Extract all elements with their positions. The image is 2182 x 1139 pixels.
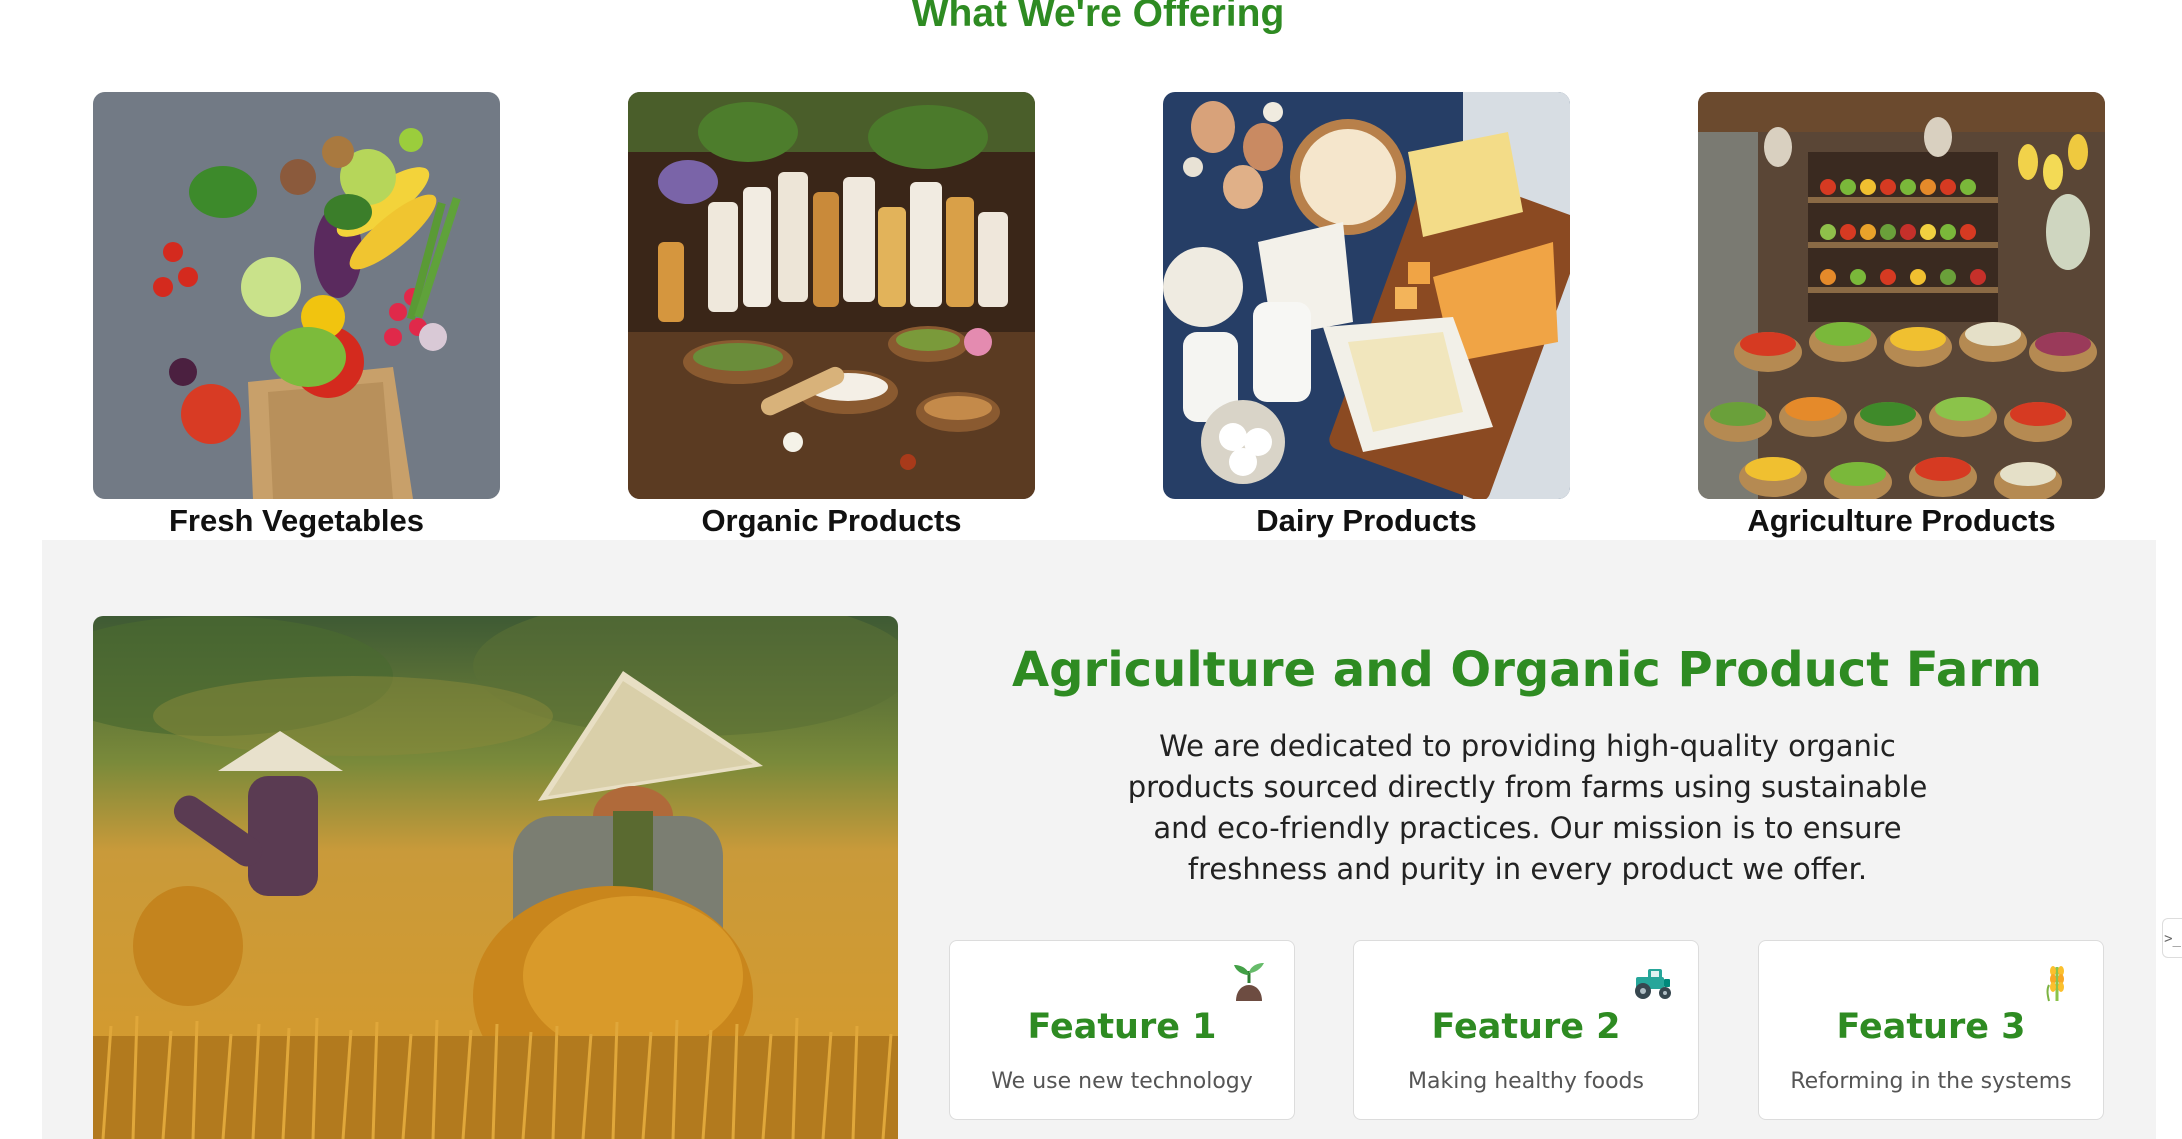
- feature-card-1[interactable]: Feature 1 We use new technology: [949, 940, 1295, 1120]
- terminal-icon[interactable]: >_: [2162, 918, 2182, 958]
- offering-title: What We're Offering: [911, 0, 1285, 35]
- grain-icon: [2046, 966, 2064, 1002]
- about-title: Agriculture and Organic Product Farm: [1012, 642, 2042, 698]
- feature-title: Feature 3: [1836, 1007, 2026, 1047]
- fresh-vegetables-photo: [93, 92, 500, 499]
- offering-label: Dairy Products: [1256, 503, 1477, 538]
- feature-description: Reforming in the systems: [1790, 1069, 2072, 1094]
- offering-label: Organic Products: [701, 503, 962, 538]
- organic-products-photo: [628, 92, 1035, 499]
- dairy-products-photo: [1163, 92, 1570, 499]
- rice-farmers-photo: [93, 616, 898, 1139]
- seedling-icon: [1234, 963, 1264, 1001]
- tractor-icon: [1635, 969, 1671, 999]
- offering-card-agriculture-products[interactable]: Agriculture Products: [1698, 92, 2105, 539]
- offering-label: Fresh Vegetables: [168, 503, 424, 538]
- feature-card-3[interactable]: Feature 3 Reforming in the systems: [1758, 940, 2104, 1120]
- about-description: We are dedicated to providing high-quali…: [1127, 729, 1928, 886]
- offering-card-organic-products[interactable]: Organic Products: [628, 92, 1035, 539]
- feature-description: We use new technology: [991, 1069, 1253, 1094]
- offering-card-fresh-vegetables[interactable]: Fresh Vegetables: [93, 92, 500, 539]
- feature-description: Making healthy foods: [1408, 1069, 1644, 1094]
- feature-card-2[interactable]: Feature 2 Making healthy foods: [1353, 940, 1699, 1120]
- feature-title: Feature 2: [1431, 1007, 1621, 1047]
- feature-title: Feature 1: [1027, 1007, 1217, 1047]
- offering-card-dairy-products[interactable]: Dairy Products: [1163, 92, 1570, 539]
- offering-label: Agriculture Products: [1747, 503, 2056, 538]
- agriculture-market-photo: [1698, 92, 2105, 499]
